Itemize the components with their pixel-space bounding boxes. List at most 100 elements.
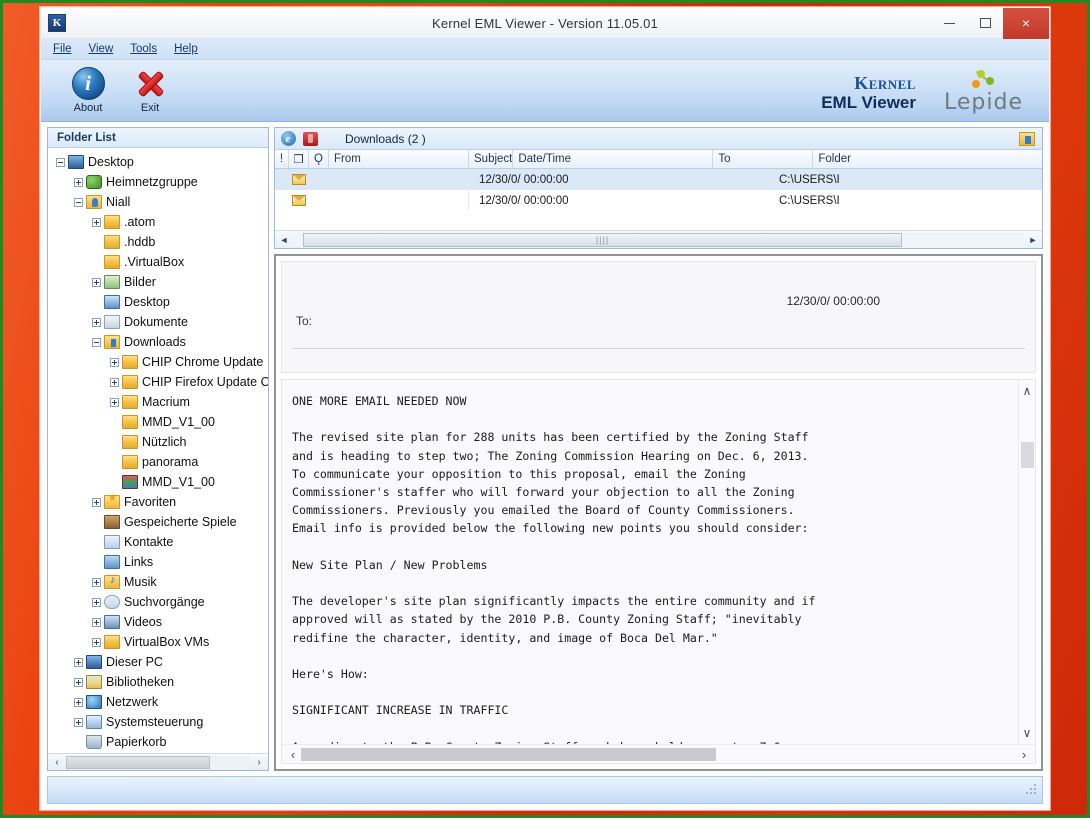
message-scroll-down-arrow[interactable]: ∨	[1023, 726, 1032, 740]
refresh-button[interactable]: e	[279, 130, 297, 148]
resize-grip-icon[interactable]	[1026, 784, 1038, 796]
tree-item[interactable]: Heimnetzgruppe	[48, 172, 268, 192]
menu-item-file[interactable]: File	[53, 43, 72, 55]
tree-item[interactable]: Favoriten	[48, 492, 268, 512]
tree-item[interactable]: Downloads	[48, 332, 268, 352]
tree-item[interactable]: MMD_V1_00	[48, 412, 268, 432]
tree-item[interactable]: .atom	[48, 212, 268, 232]
tree-item[interactable]: Bilder	[48, 272, 268, 292]
about-button[interactable]: i About	[57, 64, 119, 114]
tree-expand-icon[interactable]	[74, 697, 83, 707]
tree-expand-icon[interactable]	[92, 317, 101, 327]
tree-item[interactable]: Niall	[48, 192, 268, 212]
mail-scroll-left-arrow[interactable]: ◄	[277, 235, 291, 245]
column-header-from[interactable]: From	[329, 150, 469, 168]
column-header-folder[interactable]: Folder	[813, 150, 1042, 168]
menu-item-view[interactable]: View	[89, 43, 114, 55]
folder-scroll-left-arrow[interactable]: ‹	[50, 757, 64, 768]
cell-to	[674, 169, 774, 190]
tree-expand-icon[interactable]	[74, 677, 83, 687]
tree-item[interactable]: Desktop	[48, 292, 268, 312]
tree-expand-icon[interactable]	[92, 217, 101, 227]
tree-item[interactable]: Nützlich	[48, 432, 268, 452]
export-icon[interactable]	[1019, 131, 1035, 146]
tree-item[interactable]: Links	[48, 552, 268, 572]
message-scroll-up-arrow[interactable]: ∧	[1023, 384, 1032, 398]
mail-scroll-right-arrow[interactable]: ►	[1026, 235, 1040, 245]
message-vscroll-thumb[interactable]	[1021, 442, 1034, 468]
message-hscroll-thumb[interactable]	[301, 747, 716, 761]
menu-item-help[interactable]: Help	[174, 43, 198, 55]
column-header-att[interactable]: Ǫ	[309, 150, 329, 168]
kernel-logo-line1: Kernel	[854, 72, 917, 93]
tree-item[interactable]: Desktop	[48, 152, 268, 172]
tree-item[interactable]: Gespeicherte Spiele	[48, 512, 268, 532]
table-row[interactable]: 12/30/0/ 00:00:00 C:\USERS\I	[275, 190, 1042, 211]
folder-scroll-thumb[interactable]	[66, 755, 210, 769]
mail-scroll-thumb[interactable]: ||||	[303, 232, 902, 247]
tree-item-label: Papierkorb	[106, 735, 167, 749]
mail-list-hscrollbar[interactable]: ◄ |||| ►	[275, 230, 1042, 248]
message-body-inner: ONE MORE EMAIL NEEDED NOW The revised si…	[282, 380, 1035, 744]
tree-expand-icon[interactable]	[110, 377, 119, 387]
tree-item[interactable]: CHIP Chrome Update	[48, 352, 268, 372]
tree-item[interactable]: VirtualBox VMs	[48, 632, 268, 652]
tree-item[interactable]: Suchvorgänge	[48, 592, 268, 612]
folder-scroll-track[interactable]	[66, 755, 250, 769]
column-header-date[interactable]: Date/Time	[513, 150, 714, 168]
tree-item[interactable]: Netzwerk	[48, 692, 268, 712]
folder-list-header: Folder List	[48, 128, 268, 148]
message-scroll-left-arrow[interactable]: ‹	[285, 747, 301, 762]
tree-expand-icon[interactable]	[74, 657, 83, 667]
message-scroll-right-arrow[interactable]: ›	[1016, 747, 1032, 762]
column-header-to[interactable]: To	[713, 150, 814, 168]
folder-icon	[122, 435, 138, 449]
folder-tree-hscrollbar[interactable]: ‹ ›	[48, 753, 268, 770]
column-header-subject[interactable]: Subject	[469, 150, 514, 168]
menu-item-tools[interactable]: Tools	[130, 43, 157, 55]
message-body-hscrollbar[interactable]: ‹ ›	[282, 744, 1035, 763]
tree-collapse-icon[interactable]	[92, 337, 101, 347]
column-header-doc[interactable]: ❐	[289, 150, 309, 168]
tree-item[interactable]: Kontakte	[48, 532, 268, 552]
message-hscroll-track[interactable]	[301, 747, 1016, 761]
message-body-vscrollbar[interactable]: ∧ ∨	[1018, 380, 1035, 744]
mail-scroll-track[interactable]: ||||	[293, 232, 1024, 247]
exit-button[interactable]: Exit	[119, 64, 181, 114]
tree-item-label: Kontakte	[124, 535, 174, 549]
tree-collapse-icon[interactable]	[74, 197, 83, 207]
tree-item[interactable]: MMD_V1_00	[48, 472, 268, 492]
tree-expand-icon[interactable]	[92, 637, 101, 647]
tree-item[interactable]: .hddb	[48, 232, 268, 252]
column-header-imp[interactable]: !	[275, 150, 289, 168]
message-header-divider	[292, 348, 1025, 349]
tree-collapse-icon[interactable]	[56, 157, 65, 167]
mail-list-rows[interactable]: 12/30/0/ 00:00:00 C:\USERS\I 12/30/0/ 00:0…	[275, 169, 1042, 230]
table-row[interactable]: 12/30/0/ 00:00:00 C:\USERS\I	[275, 169, 1042, 190]
folder-tree[interactable]: Desktop Heimnetzgruppe Niall .atom .hddb .Vir…	[48, 148, 268, 753]
tree-item[interactable]: panorama	[48, 452, 268, 472]
tree-leaf-spacer	[92, 538, 101, 547]
tree-expand-icon[interactable]	[110, 397, 119, 407]
cell-date: 12/30/0/ 00:00:00	[479, 194, 569, 207]
tree-item[interactable]: Macrium	[48, 392, 268, 412]
tree-expand-icon[interactable]	[92, 277, 101, 287]
stop-button[interactable]	[301, 130, 319, 148]
folder-scroll-right-arrow[interactable]: ›	[252, 757, 266, 768]
tree-expand-icon[interactable]	[92, 617, 101, 627]
tree-item[interactable]: CHIP Firefox Update C	[48, 372, 268, 392]
tree-item[interactable]: Systemsteuerung	[48, 712, 268, 732]
tree-expand-icon[interactable]	[74, 177, 83, 187]
tree-expand-icon[interactable]	[74, 717, 83, 727]
tree-item[interactable]: Musik	[48, 572, 268, 592]
tree-expand-icon[interactable]	[110, 357, 119, 367]
tree-expand-icon[interactable]	[92, 577, 101, 587]
tree-item[interactable]: Dokumente	[48, 312, 268, 332]
tree-item[interactable]: Bibliotheken	[48, 672, 268, 692]
tree-item[interactable]: .VirtualBox	[48, 252, 268, 272]
tree-item[interactable]: Videos	[48, 612, 268, 632]
tree-expand-icon[interactable]	[92, 497, 101, 507]
tree-item[interactable]: Papierkorb	[48, 732, 268, 752]
tree-item[interactable]: Dieser PC	[48, 652, 268, 672]
tree-expand-icon[interactable]	[92, 597, 101, 607]
